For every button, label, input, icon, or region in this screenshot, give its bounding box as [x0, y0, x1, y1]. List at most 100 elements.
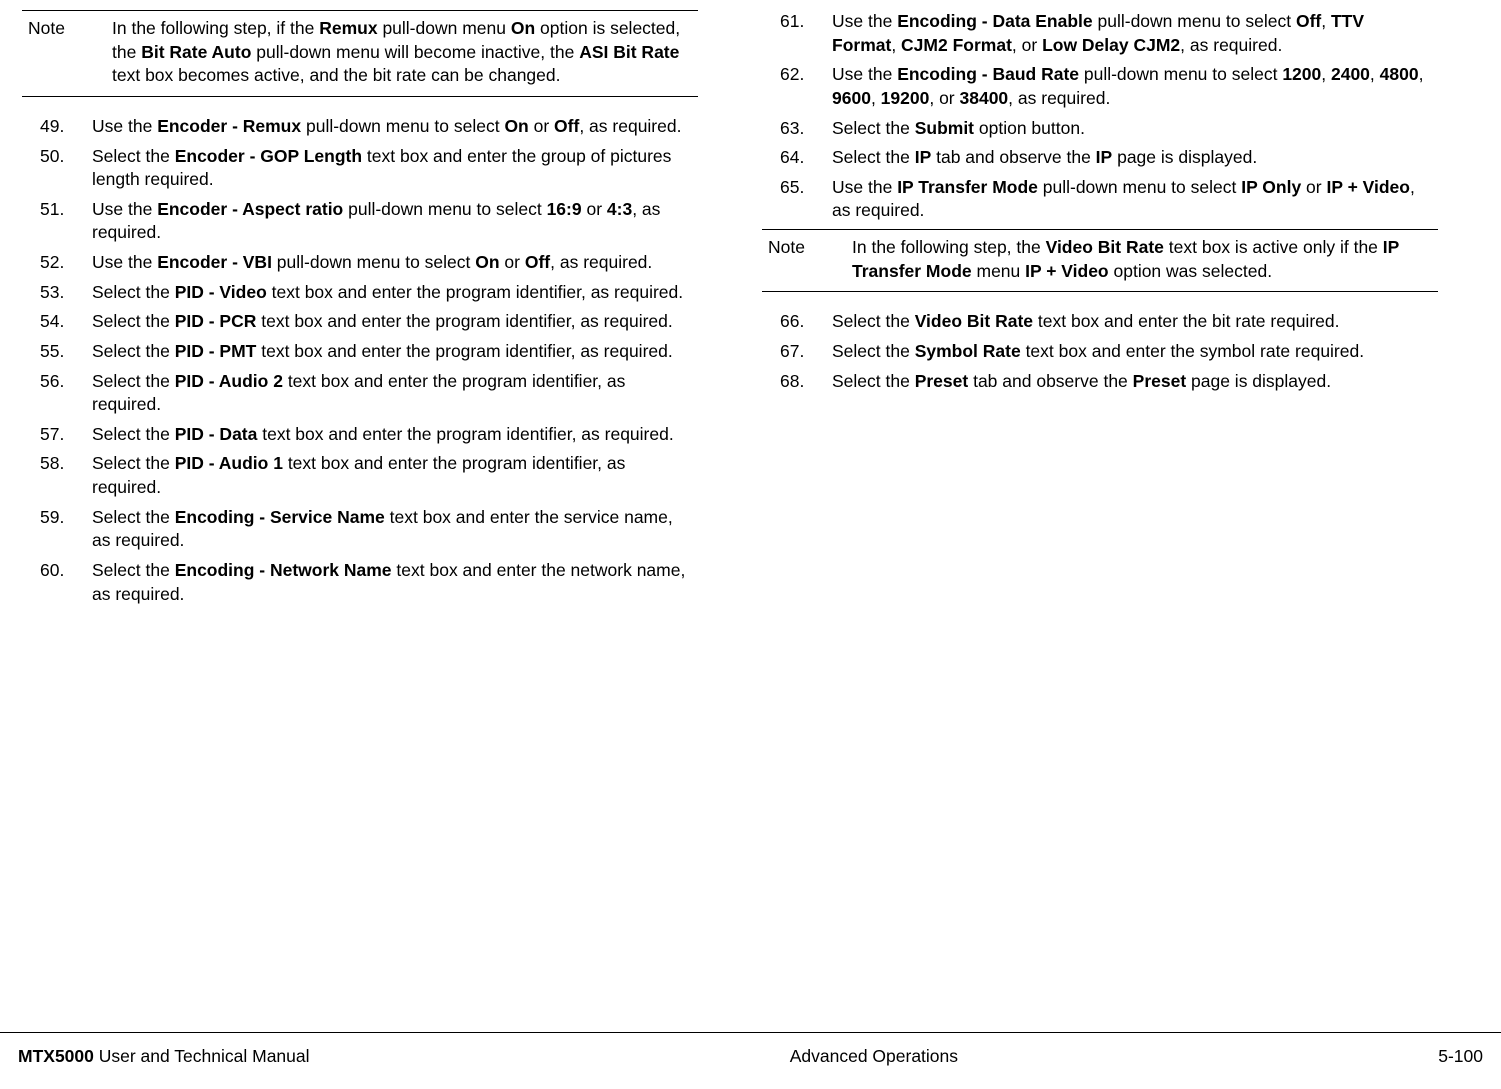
note-block-remux: Note In the following step, if the Remux…: [22, 10, 698, 97]
step-bold: 9600: [832, 88, 871, 108]
step-body: Select the PID - Audio 1 text box and en…: [92, 452, 698, 499]
step-bold: Low Delay CJM2: [1042, 35, 1180, 55]
step-number: 55.: [22, 340, 92, 364]
step-body: Select the PID - Audio 2 text box and en…: [92, 370, 698, 417]
step-text: Select the: [92, 560, 175, 580]
step-bold: Encoding - Baud Rate: [897, 64, 1079, 84]
note-bold: Remux: [319, 18, 377, 38]
list-item: 64.Select the IP tab and observe the IP …: [762, 146, 1438, 170]
step-text: Select the: [832, 341, 915, 361]
step-text: pull-down menu to select: [1079, 64, 1282, 84]
step-bold: On: [475, 252, 499, 272]
note-bold: On: [511, 18, 535, 38]
step-text: page is displayed.: [1186, 371, 1331, 391]
step-bold: PID - Audio 1: [175, 453, 283, 473]
step-bold: 4800: [1380, 64, 1419, 84]
step-text: or: [500, 252, 525, 272]
step-bold: 38400: [960, 88, 1009, 108]
step-body: Use the Encoder - Aspect ratio pull-down…: [92, 198, 698, 245]
step-body: Select the Encoder - GOP Length text box…: [92, 145, 698, 192]
step-text: Select the: [832, 147, 915, 167]
step-text: ,: [891, 35, 901, 55]
step-bold: Symbol Rate: [915, 341, 1021, 361]
step-number: 58.: [22, 452, 92, 499]
step-text: Select the: [92, 371, 175, 391]
list-item: 54.Select the PID - PCR text box and ent…: [22, 310, 698, 334]
right-steps-list-a: 61.Use the Encoding - Data Enable pull-d…: [750, 10, 1450, 223]
step-bold: 19200: [881, 88, 930, 108]
step-body: Select the Submit option button.: [832, 117, 1438, 141]
list-item: 49.Use the Encoder - Remux pull-down men…: [22, 115, 698, 139]
note-text: menu: [972, 261, 1026, 281]
step-text: Use the: [92, 252, 157, 272]
step-body: Select the Encoding - Service Name text …: [92, 506, 698, 553]
step-text: Select the: [92, 311, 175, 331]
step-text: Use the: [92, 116, 157, 136]
note-bold: Bit Rate Auto: [141, 42, 251, 62]
step-number: 51.: [22, 198, 92, 245]
footer-title: User and Technical Manual: [94, 1046, 310, 1066]
step-body: Select the PID - Data text box and enter…: [92, 423, 698, 447]
step-text: , as required.: [1180, 35, 1282, 55]
step-number: 57.: [22, 423, 92, 447]
step-bold: PID - PMT: [175, 341, 257, 361]
list-item: 62.Use the Encoding - Baud Rate pull-dow…: [762, 63, 1438, 110]
step-text: tab and observe the: [968, 371, 1132, 391]
step-body: Select the PID - Video text box and ente…: [92, 281, 698, 305]
step-number: 64.: [762, 146, 832, 170]
step-number: 59.: [22, 506, 92, 553]
list-item: 58.Select the PID - Audio 1 text box and…: [22, 452, 698, 499]
step-bold: Encoder - Remux: [157, 116, 301, 136]
note-text: In the following step, the: [852, 237, 1046, 257]
note-bold: Video Bit Rate: [1046, 237, 1164, 257]
list-item: 59.Select the Encoding - Service Name te…: [22, 506, 698, 553]
list-item: 56.Select the PID - Audio 2 text box and…: [22, 370, 698, 417]
note-bold: IP + Video: [1025, 261, 1109, 281]
step-number: 54.: [22, 310, 92, 334]
list-item: 65.Use the IP Transfer Mode pull-down me…: [762, 176, 1438, 223]
list-item: 67.Select the Symbol Rate text box and e…: [762, 340, 1438, 364]
step-text: ,: [1321, 64, 1331, 84]
step-text: Select the: [832, 118, 915, 138]
step-bold: 4:3: [607, 199, 632, 219]
step-text: pull-down menu to select: [301, 116, 504, 136]
step-text: text box and enter the program identifie…: [267, 282, 683, 302]
step-body: Use the IP Transfer Mode pull-down menu …: [832, 176, 1438, 223]
step-text: option button.: [974, 118, 1085, 138]
step-text: Select the: [92, 282, 175, 302]
step-text: Select the: [92, 146, 175, 166]
step-text: pull-down menu to select: [1038, 177, 1241, 197]
note-text: pull-down menu: [378, 18, 511, 38]
list-item: 61.Use the Encoding - Data Enable pull-d…: [762, 10, 1438, 57]
note-block-video-bit-rate: Note In the following step, the Video Bi…: [762, 229, 1438, 292]
step-text: , as required.: [550, 252, 652, 272]
step-number: 53.: [22, 281, 92, 305]
step-number: 49.: [22, 115, 92, 139]
note-text: text box is active only if the: [1164, 237, 1383, 257]
step-text: Select the: [832, 371, 915, 391]
step-bold: PID - Data: [175, 424, 258, 444]
list-item: 52.Use the Encoder - VBI pull-down menu …: [22, 251, 698, 275]
note-label: Note: [762, 236, 852, 283]
list-item: 50.Select the Encoder - GOP Length text …: [22, 145, 698, 192]
footer-page-number: 5-100: [1438, 1045, 1483, 1069]
step-body: Select the Preset tab and observe the Pr…: [832, 370, 1438, 394]
step-bold: Off: [525, 252, 550, 272]
right-steps-list-b: 66.Select the Video Bit Rate text box an…: [750, 310, 1450, 393]
list-item: 55.Select the PID - PMT text box and ent…: [22, 340, 698, 364]
step-text: , as required.: [579, 116, 681, 136]
step-body: Use the Encoder - Remux pull-down menu t…: [92, 115, 698, 139]
list-item: 57.Select the PID - Data text box and en…: [22, 423, 698, 447]
step-bold: IP Only: [1241, 177, 1301, 197]
step-text: Select the: [92, 507, 175, 527]
step-bold: Submit: [915, 118, 974, 138]
step-number: 66.: [762, 310, 832, 334]
note-body: In the following step, if the Remux pull…: [112, 17, 698, 88]
step-bold: Preset: [1133, 371, 1187, 391]
step-number: 63.: [762, 117, 832, 141]
step-text: Select the: [832, 311, 915, 331]
step-text: or: [582, 199, 607, 219]
left-steps-list: 49.Use the Encoder - Remux pull-down men…: [10, 115, 710, 606]
step-text: pull-down menu to select: [1093, 11, 1296, 31]
step-number: 65.: [762, 176, 832, 223]
